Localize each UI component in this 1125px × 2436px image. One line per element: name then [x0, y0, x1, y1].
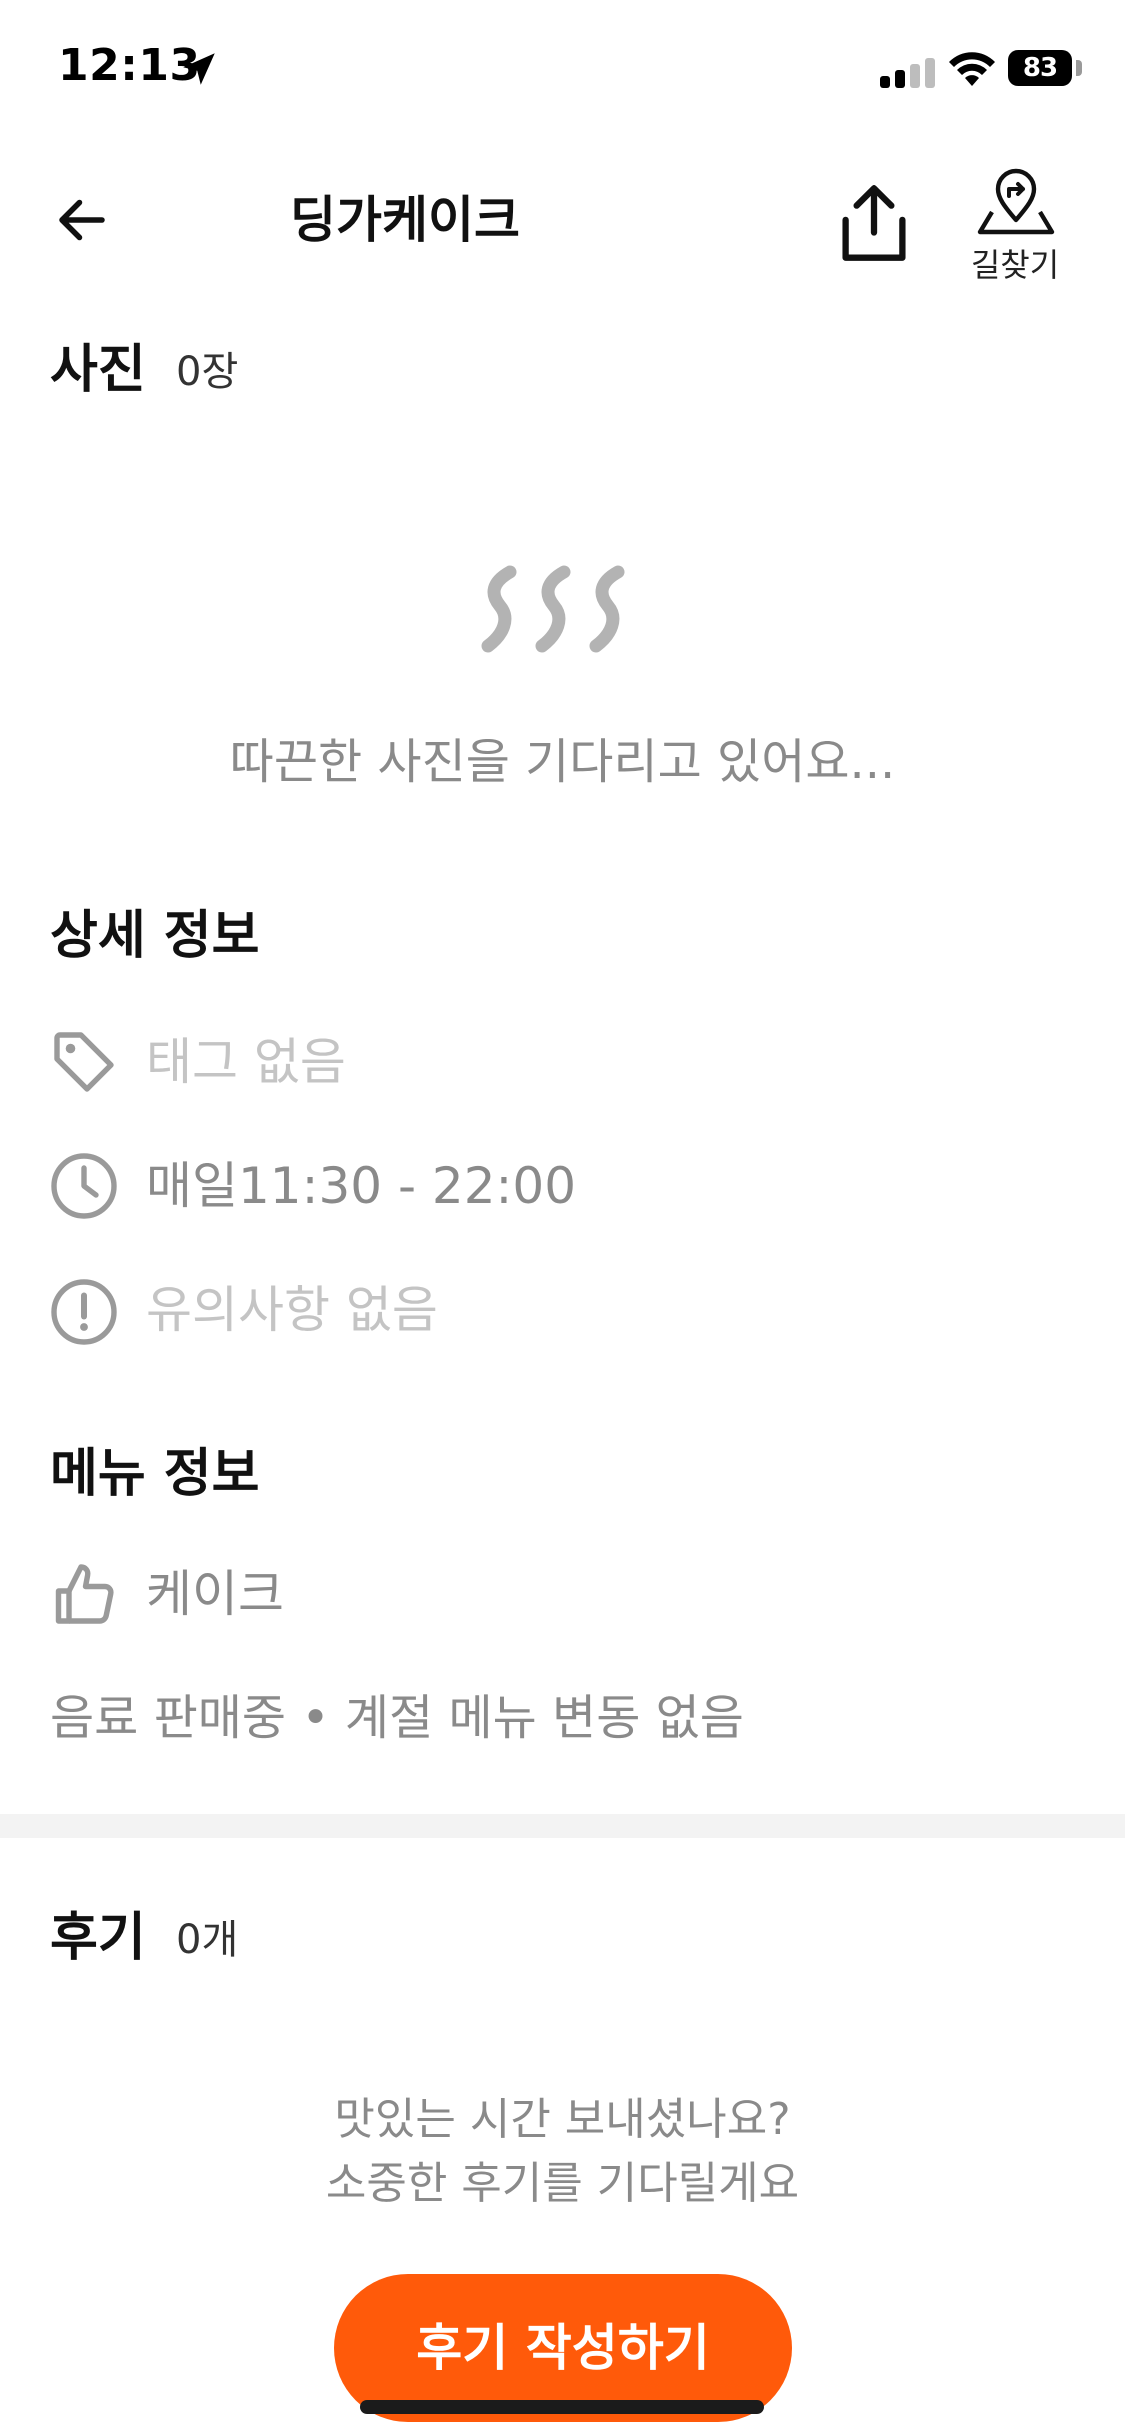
tags-text: 태그 없음 — [146, 1033, 346, 1091]
photos-count: 0장 — [176, 349, 239, 395]
notice-exclamation-icon — [51, 1279, 117, 1345]
section-divider — [0, 1814, 1125, 1838]
details-section-title: 상세 정보 — [50, 906, 260, 966]
thumbs-up-icon — [55, 1564, 114, 1624]
menu-section-title: 메뉴 정보 — [50, 1444, 260, 1504]
location-arrow-icon — [183, 53, 215, 85]
steam-placeholder-icon — [481, 565, 625, 653]
recommended-menu-text: 케이크 — [146, 1565, 284, 1623]
battery-indicator: 83 — [1008, 50, 1072, 86]
directions-label: 길찾기 — [970, 246, 1060, 284]
battery-cap — [1076, 60, 1082, 76]
reviews-count: 0개 — [176, 1917, 239, 1963]
cellular-signal-icon — [880, 58, 935, 88]
photos-section-title: 사진 — [50, 340, 146, 400]
reviews-section-title: 후기 — [50, 1908, 146, 1968]
wifi-icon — [949, 52, 995, 86]
menu-summary-text: 음료 판매중 • 계절 메뉴 변동 없음 — [50, 1690, 744, 1746]
back-arrow-icon[interactable] — [52, 190, 112, 250]
home-indicator[interactable] — [360, 2400, 764, 2414]
notice-text: 유의사항 없음 — [146, 1281, 438, 1339]
clock-icon — [51, 1153, 117, 1219]
tag-icon — [54, 1032, 114, 1092]
page-title: 딩가케이크 — [290, 191, 520, 249]
hours-text: 매일11:30 - 22:00 — [146, 1157, 577, 1215]
reviews-empty-line1: 맛있는 시간 보내셨나요? — [334, 2094, 791, 2145]
reviews-empty-message: 맛있는 시간 보내셨나요? 소중한 후기를 기다릴게요 — [0, 2088, 1125, 2216]
directions-map-pin-icon — [977, 168, 1055, 235]
photos-empty-text: 따끈한 사진을 기다리고 있어요... — [229, 734, 896, 790]
reviews-empty-line2: 소중한 후기를 기다릴게요 — [325, 2158, 800, 2209]
directions-button[interactable]: 길찾기 — [960, 168, 1070, 288]
share-icon[interactable] — [836, 182, 912, 264]
